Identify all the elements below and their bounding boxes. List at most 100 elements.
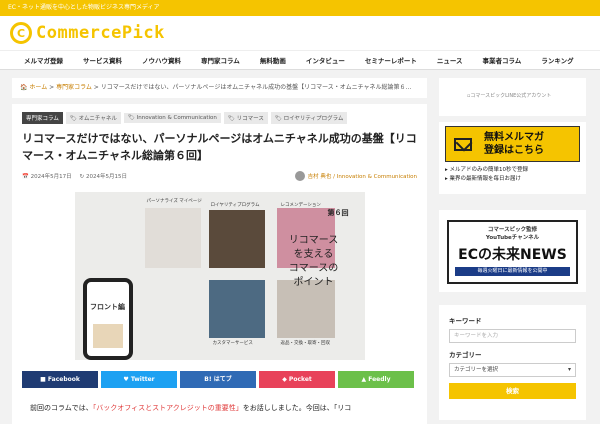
nav-item-business-column[interactable]: 事業者コラム	[473, 55, 532, 65]
share-label: Twitter	[130, 376, 155, 383]
calendar-icon: 📅	[22, 174, 31, 180]
search-button[interactable]: 検索	[449, 383, 576, 399]
pocket-share-button[interactable]: ◆ Pocket	[259, 371, 335, 388]
body-link[interactable]: 「バックオフィスとストアクレジットの重要性」	[93, 404, 243, 412]
hero-copy-line: リコマース	[288, 235, 339, 246]
tag-icon: 🏷	[127, 115, 137, 121]
nav-item-expert-column[interactable]: 専門家コラム	[191, 55, 250, 65]
logo-mark[interactable]: C	[10, 22, 32, 44]
feedly-share-button[interactable]: ▲ Feedly	[338, 371, 414, 388]
youtube-line1: コマースピック監修	[487, 227, 538, 233]
site-logo[interactable]: CommercePick	[36, 23, 165, 43]
nav-item-service-docs[interactable]: サービス資料	[73, 55, 132, 65]
home-icon[interactable]: 🏠	[20, 84, 29, 91]
updated-date-text: 2024年5月15日	[85, 174, 127, 180]
article-body: 前回のコラムでは、「バックオフィスとストアクレジットの重要性」をお話ししました。…	[30, 401, 410, 415]
youtube-channel-name: ECの未来NEWS	[458, 247, 567, 263]
tag[interactable]: 🏷 ロイヤリティプログラム	[270, 112, 348, 124]
tag-label: リコマース	[236, 116, 264, 122]
hero-label: パーソナライズ マイページ	[146, 199, 202, 204]
hero-photo-support	[208, 280, 265, 338]
newsletter-points: メルアドのみの簡単10秒で登録 業界の最新情報を毎日お届け	[445, 166, 580, 184]
share-label: Feedly	[368, 376, 391, 383]
hero-photo-mypage	[144, 208, 201, 268]
twitter-icon: ♥	[123, 376, 131, 383]
hero-copy: リコマース を支える コマースの ポイント	[275, 234, 353, 290]
tag[interactable]: 🏷 リコマース	[223, 112, 268, 124]
share-buttons: ■ Facebook ♥ Twitter B! はてブ ◆ Pocket ▲ F…	[22, 371, 414, 388]
youtube-banner[interactable]: コマースピック監修 YouTubeチャンネル ECの未来NEWS 毎週火曜日に最…	[447, 220, 578, 284]
breadcrumb-category[interactable]: 専門家コラム	[56, 84, 92, 91]
hero-label: カスタマーサービス	[212, 341, 253, 346]
article-meta: 📅 2024年5月17日 ↻ 2024年5月15日 吉村 典也 / Innova…	[22, 170, 417, 182]
newsletter-banner[interactable]: 無料メルマガ 登録はこちら	[445, 126, 580, 162]
list-item: メルアドのみの簡単10秒で登録	[445, 166, 580, 175]
published-date-text: 2024年5月17日	[30, 174, 72, 180]
hero-round: 第６回	[327, 209, 349, 217]
nav-item-knowhow[interactable]: ノウハウ資料	[132, 55, 191, 65]
nav-item-interview[interactable]: インタビュー	[296, 55, 355, 65]
hero-copy-line: ポイント	[293, 277, 334, 288]
keyword-heading: キーワード	[449, 317, 482, 325]
category-heading: カテゴリー	[449, 351, 482, 359]
nav-item-videos[interactable]: 無料動画	[250, 55, 296, 65]
nav-item-mailmag[interactable]: メルマガ登録	[14, 55, 73, 65]
search-widget: キーワード キーワードを入力 カテゴリー カテゴリーを選択 検索	[439, 305, 586, 420]
top-banner: EC・ネット通販を中心とした物販ビジネス専門メディア	[0, 0, 600, 16]
nav-item-seminar[interactable]: セミナーレポート	[355, 55, 427, 65]
keyword-input[interactable]: キーワードを入力	[449, 329, 576, 343]
hero-image: パーソナライズ マイページ ロイヤリティプログラム レコメンデーション カスタマ…	[74, 192, 365, 360]
mail-icon	[454, 137, 472, 151]
body-text: 前回のコラムでは、	[30, 404, 93, 412]
phone-label: フロント編	[90, 303, 125, 311]
line-banner[interactable]: ▫コマースピックLINE公式アカウント	[439, 78, 586, 116]
tag-icon: 🏷	[227, 116, 237, 122]
category-badge[interactable]: 専門家コラム	[22, 112, 63, 124]
tag-icon: 🏷	[274, 116, 284, 122]
tag-icon: 🏷	[69, 116, 79, 122]
twitter-share-button[interactable]: ♥ Twitter	[101, 371, 177, 388]
newsletter-title-line: 登録はこちら	[484, 145, 544, 156]
article-title: リコマースだけではない、パーソナルページはオムニチャネル成功の基盤【リコマース・…	[22, 132, 417, 162]
hero-label: ロイヤリティプログラム	[210, 203, 260, 208]
updated-date: ↻ 2024年5月15日	[80, 172, 127, 180]
facebook-icon: ■	[40, 376, 48, 383]
top-banner-text: EC・ネット通販を中心とした物販ビジネス専門メディア	[8, 4, 160, 11]
nav-item-ranking[interactable]: ランキング	[531, 55, 583, 65]
tag-label: ロイヤリティプログラム	[283, 116, 344, 122]
youtube-schedule: 毎週火曜日に最新情報を公開中	[455, 267, 570, 276]
breadcrumb-sep: >	[91, 84, 101, 91]
phone-illustration: フロント編	[82, 278, 133, 360]
tag-list: 専門家コラム 🏷 オムニチャネル 🏷 Innovation & Communic…	[22, 112, 417, 124]
hero-copy-line: コマースの	[288, 263, 339, 274]
newsletter-widget: 無料メルマガ登録はこちら メルアドのみの簡単10秒で登録 業界の最新情報を毎日お…	[439, 122, 586, 194]
breadcrumb: 🏠 ホーム > 専門家コラム > リコマースだけではない、パーソナルページはオム…	[12, 78, 427, 98]
published-date: 📅 2024年5月17日	[22, 172, 72, 180]
newsletter-title-line: 無料メルマガ	[484, 132, 544, 143]
main-nav: メルマガ登録 サービス資料 ノウハウ資料 専門家コラム 無料動画 インタビュー …	[0, 50, 600, 70]
line-banner-text: コマースピックLINE公式アカウント	[470, 93, 552, 99]
nav-item-news[interactable]: ニュース	[427, 55, 473, 65]
pocket-icon: ◆	[282, 376, 289, 383]
hero-label: 返品・交換・取寄・回収	[280, 341, 331, 346]
breadcrumb-home[interactable]: ホーム	[29, 84, 47, 91]
share-label: B! はてブ	[204, 376, 232, 383]
breadcrumb-sep: >	[47, 84, 57, 91]
site-header: C CommercePick	[0, 16, 600, 50]
avatar	[294, 171, 305, 181]
tag[interactable]: 🏷 オムニチャネル	[65, 112, 121, 124]
youtube-line2: YouTubeチャンネル	[485, 235, 540, 241]
hatena-share-button[interactable]: B! はてブ	[180, 371, 256, 388]
list-item: 業界の最新情報を毎日お届け	[445, 175, 580, 184]
youtube-widget: コマースピック監修 YouTubeチャンネル ECの未来NEWS 毎週火曜日に最…	[439, 210, 586, 292]
logo-letter: C	[16, 26, 26, 40]
hero-copy-line: を支える	[293, 249, 334, 260]
author-name: 吉村 典也 / Innovation & Communication	[307, 174, 417, 180]
share-label: Facebook	[47, 376, 80, 383]
tag-label: オムニチャネル	[78, 116, 117, 122]
author[interactable]: 吉村 典也 / Innovation & Communication	[294, 171, 417, 181]
category-select[interactable]: カテゴリーを選択	[449, 363, 576, 377]
share-label: Pocket	[288, 376, 312, 383]
tag[interactable]: 🏷 Innovation & Communication	[123, 113, 221, 123]
facebook-share-button[interactable]: ■ Facebook	[22, 371, 98, 388]
